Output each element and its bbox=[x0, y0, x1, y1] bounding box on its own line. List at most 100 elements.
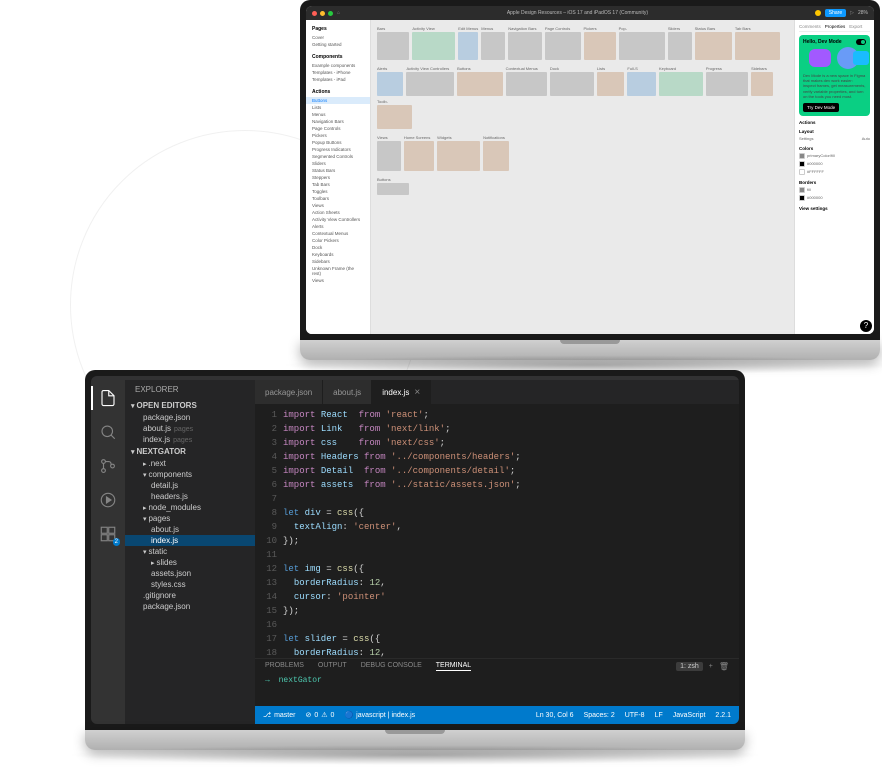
figma-nav-item[interactable]: Getting started bbox=[306, 41, 370, 48]
canvas-component[interactable] bbox=[377, 141, 401, 171]
canvas-component[interactable] bbox=[550, 72, 594, 96]
status-lncol[interactable]: Ln 30, Col 6 bbox=[536, 712, 574, 719]
home-icon[interactable]: ⌂ bbox=[337, 10, 340, 16]
figma-nav-item[interactable]: Color Pickers bbox=[306, 237, 370, 244]
canvas-component[interactable] bbox=[668, 32, 692, 60]
figma-nav-item[interactable]: Example components bbox=[306, 62, 370, 69]
figma-nav-item[interactable]: Toggles bbox=[306, 188, 370, 195]
figma-nav-item[interactable]: Segmented Controls bbox=[306, 153, 370, 160]
figma-nav-item[interactable]: Unknown Frame (the rest) bbox=[306, 265, 370, 277]
open-editor-item[interactable]: about.jspages bbox=[125, 423, 255, 434]
color-row[interactable]: #000000 bbox=[799, 160, 870, 168]
canvas-component[interactable] bbox=[695, 32, 732, 60]
help-icon[interactable]: ? bbox=[860, 320, 872, 332]
figma-nav-item[interactable]: Tab Bars bbox=[306, 181, 370, 188]
canvas-component[interactable] bbox=[706, 72, 748, 96]
canvas-component[interactable] bbox=[584, 32, 616, 60]
tree-file[interactable]: .gitignore bbox=[125, 590, 255, 601]
zoom-level[interactable]: 28% bbox=[858, 10, 868, 16]
figma-nav-item[interactable]: Views bbox=[306, 202, 370, 209]
figma-nav-item[interactable]: Menus bbox=[306, 111, 370, 118]
inspector-tab[interactable]: Properties bbox=[825, 24, 846, 29]
pages-heading[interactable]: Pages bbox=[306, 24, 370, 34]
figma-nav-item[interactable]: Lists bbox=[306, 104, 370, 111]
status-version[interactable]: 2.2.1 bbox=[715, 712, 731, 719]
editor-tab[interactable]: index.js× bbox=[372, 380, 431, 404]
play-icon[interactable]: ▷ bbox=[850, 10, 854, 16]
window-controls[interactable] bbox=[312, 11, 333, 16]
new-terminal-icon[interactable]: + bbox=[709, 663, 713, 670]
canvas-component[interactable] bbox=[377, 183, 409, 195]
code-editor[interactable]: 1234567891011121314151617181920212223242… bbox=[255, 404, 739, 658]
figma-nav-item[interactable]: Templates - iPad bbox=[306, 76, 370, 83]
extensions-icon[interactable]: 2 bbox=[98, 524, 118, 544]
avatar[interactable] bbox=[815, 10, 821, 16]
tree-folder[interactable]: slides bbox=[125, 557, 255, 568]
devmode-try-button[interactable]: Try Dev Mode bbox=[803, 103, 839, 112]
open-editor-item[interactable]: index.jspages bbox=[125, 434, 255, 445]
figma-nav-item[interactable]: Keyboards bbox=[306, 251, 370, 258]
code-content[interactable]: import React from 'react';import Link fr… bbox=[283, 404, 739, 658]
explorer-icon[interactable] bbox=[98, 388, 118, 408]
tree-file[interactable]: styles.css bbox=[125, 579, 255, 590]
figma-nav-item[interactable]: Buttons bbox=[306, 97, 370, 104]
canvas-component[interactable] bbox=[659, 72, 703, 96]
figma-nav-item[interactable]: Pickers bbox=[306, 132, 370, 139]
components-heading[interactable]: Components bbox=[306, 52, 370, 62]
canvas-component[interactable] bbox=[437, 141, 480, 171]
canvas-component[interactable] bbox=[404, 141, 434, 171]
canvas-component[interactable] bbox=[545, 32, 581, 60]
kill-terminal-icon[interactable]: 🗑 bbox=[719, 662, 729, 671]
editor-tab[interactable]: about.js bbox=[323, 380, 372, 404]
inspector-tab[interactable]: Export bbox=[849, 24, 862, 29]
status-errors[interactable]: ⊘ 0 ⚠ 0 bbox=[305, 711, 334, 719]
border-row[interactable]: #000000 bbox=[799, 194, 870, 202]
figma-nav-item[interactable]: Sidebars bbox=[306, 258, 370, 265]
canvas-component[interactable] bbox=[406, 72, 454, 96]
status-eol[interactable]: LF bbox=[655, 712, 663, 719]
canvas-component[interactable] bbox=[506, 72, 547, 96]
figma-nav-item[interactable]: Dock bbox=[306, 244, 370, 251]
local-heading[interactable]: Actions bbox=[306, 87, 370, 97]
open-editors-section[interactable]: OPEN EDITORS bbox=[125, 399, 255, 412]
canvas-component[interactable] bbox=[481, 32, 505, 60]
figma-nav-item[interactable]: Steppers bbox=[306, 174, 370, 181]
terminal-selector[interactable]: 1: zsh bbox=[676, 662, 703, 671]
canvas-component[interactable] bbox=[735, 32, 780, 60]
tree-folder[interactable]: pages bbox=[125, 513, 255, 524]
canvas-component[interactable] bbox=[457, 72, 502, 96]
figma-nav-item[interactable]: Views bbox=[306, 277, 370, 284]
canvas-component[interactable] bbox=[412, 32, 455, 60]
devmode-toggle[interactable] bbox=[856, 39, 866, 45]
tree-folder[interactable]: components bbox=[125, 469, 255, 480]
search-icon[interactable] bbox=[98, 422, 118, 442]
debug-icon[interactable] bbox=[98, 490, 118, 510]
figma-nav-item[interactable]: Action Sheets bbox=[306, 209, 370, 216]
canvas-component[interactable] bbox=[377, 32, 409, 60]
figma-nav-item[interactable]: Cover bbox=[306, 34, 370, 41]
canvas-component[interactable] bbox=[483, 141, 509, 171]
tree-file[interactable]: headers.js bbox=[125, 491, 255, 502]
canvas-component[interactable] bbox=[508, 32, 542, 60]
open-editor-item[interactable]: package.json bbox=[125, 412, 255, 423]
figma-nav-item[interactable]: Navigation Bars bbox=[306, 118, 370, 125]
color-row[interactable]: #FFFFFF bbox=[799, 168, 870, 176]
figma-nav-item[interactable]: Templates - iPhone bbox=[306, 69, 370, 76]
panel-tab[interactable]: OUTPUT bbox=[318, 662, 347, 671]
close-icon[interactable]: × bbox=[414, 387, 420, 398]
layout-row[interactable]: SettingsAuto bbox=[799, 135, 870, 142]
panel-tab[interactable]: DEBUG CONSOLE bbox=[361, 662, 422, 671]
tree-file[interactable]: index.js bbox=[125, 535, 255, 546]
figma-nav-item[interactable]: Page Controls bbox=[306, 125, 370, 132]
status-lang[interactable]: JavaScript bbox=[673, 712, 706, 719]
figma-nav-item[interactable]: Status Bars bbox=[306, 167, 370, 174]
tree-folder[interactable]: static bbox=[125, 546, 255, 557]
panel-tab[interactable]: PROBLEMS bbox=[265, 662, 304, 671]
canvas-component[interactable] bbox=[458, 32, 477, 60]
figma-nav-item[interactable]: Toolbars bbox=[306, 195, 370, 202]
status-spaces[interactable]: Spaces: 2 bbox=[584, 712, 615, 719]
terminal[interactable]: → nextGator bbox=[255, 674, 739, 706]
figma-nav-item[interactable]: Alerts bbox=[306, 223, 370, 230]
figma-nav-item[interactable]: Activity View Controllers bbox=[306, 216, 370, 223]
editor-tab[interactable]: package.json bbox=[255, 380, 323, 404]
